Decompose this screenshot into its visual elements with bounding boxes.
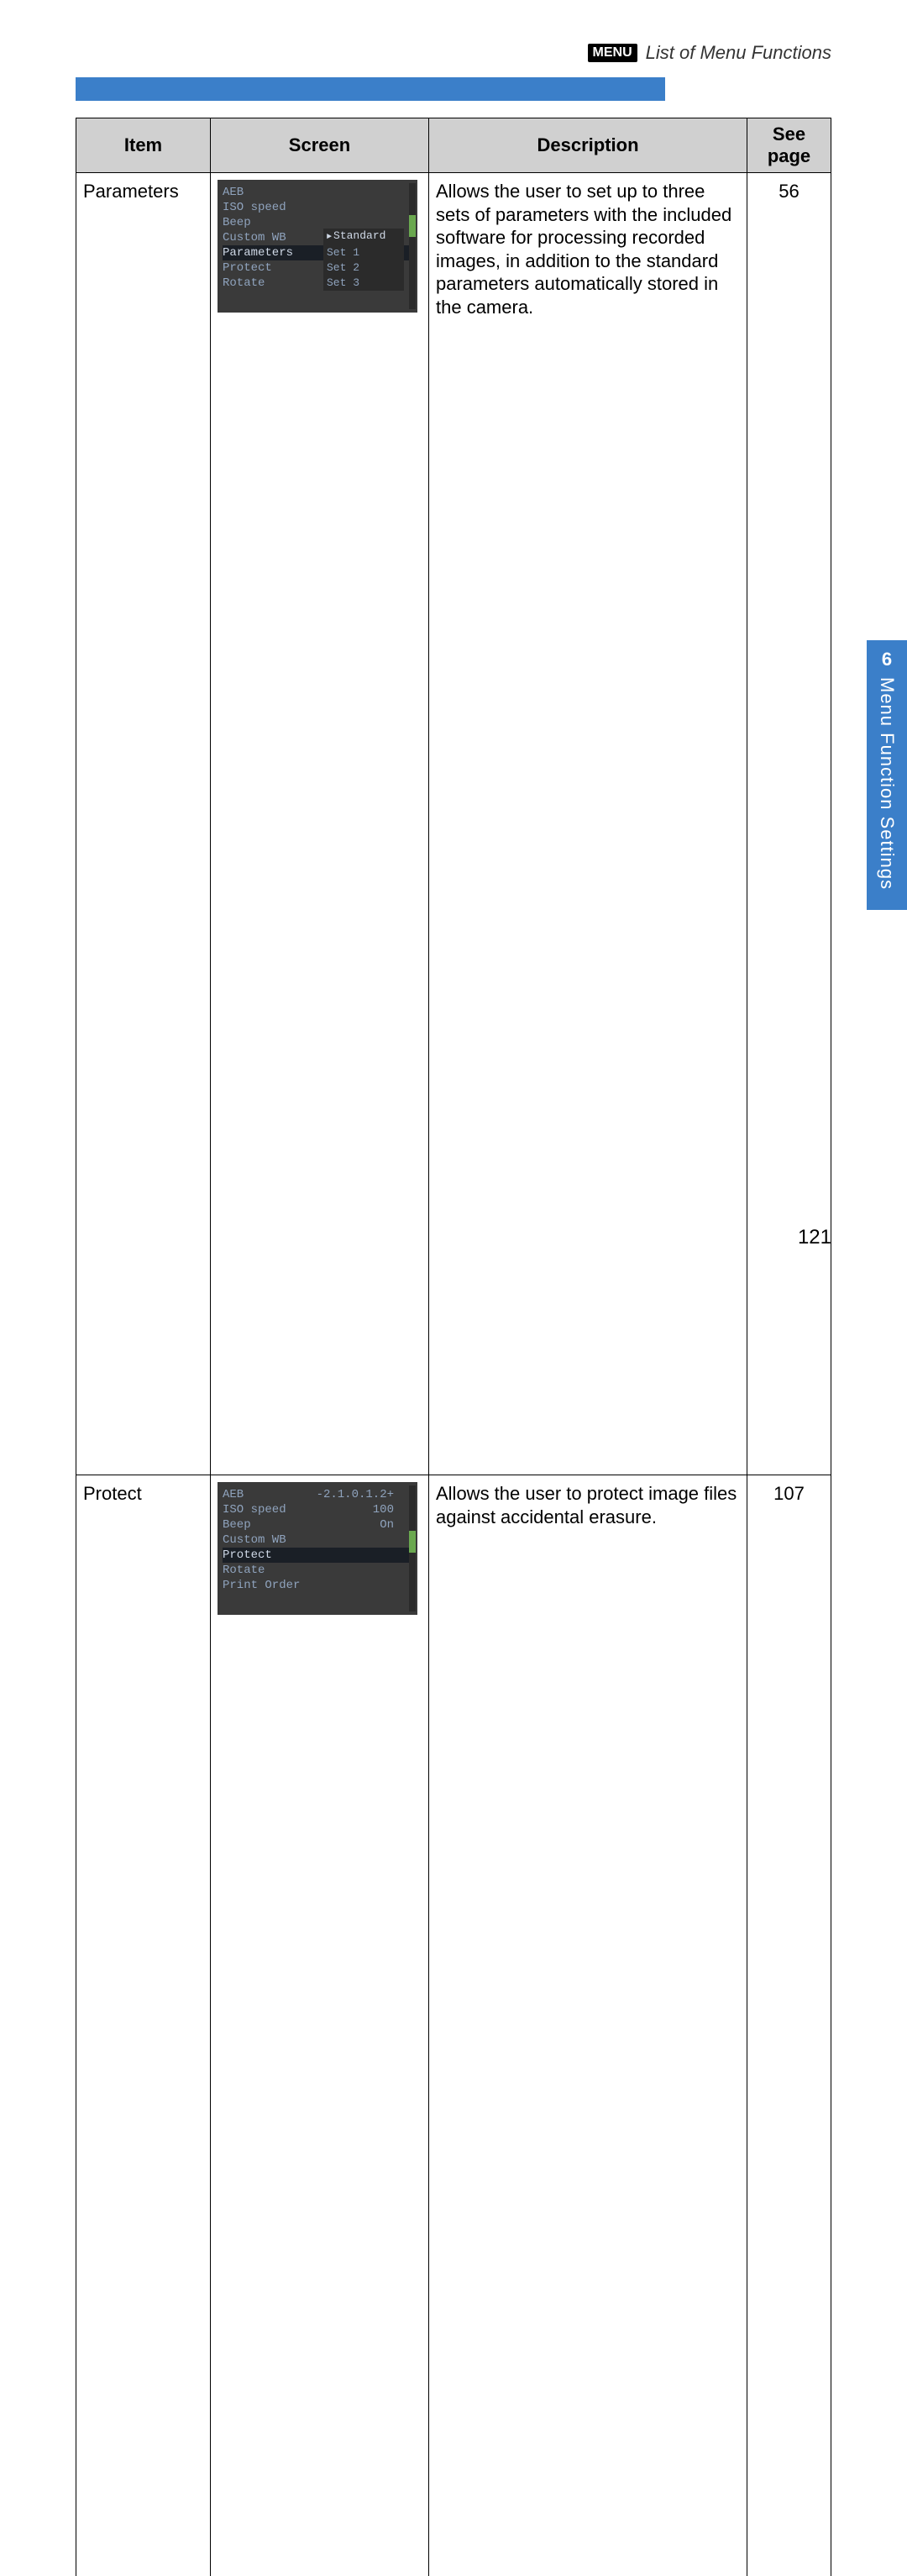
page-number: 121 bbox=[798, 1226, 831, 1249]
screen-line: BeepOn bbox=[223, 1517, 412, 1532]
screen-line: ISO speed100 bbox=[223, 1502, 412, 1517]
screen-line: Protect bbox=[223, 1548, 412, 1563]
description-cell: Allows the user to protect image files a… bbox=[429, 1475, 747, 2576]
scrollbar bbox=[409, 1485, 416, 1611]
col-item: Item bbox=[76, 118, 211, 173]
page-cell: 56 bbox=[747, 173, 831, 1475]
menu-table: Item Screen Description See page Paramet… bbox=[76, 118, 831, 2576]
scrollbar-thumb bbox=[409, 215, 416, 237]
submenu-item: Set 1 bbox=[327, 245, 401, 260]
screen-value: -2.1.0.1.2+ bbox=[317, 1487, 394, 1502]
header-line: MENU List of Menu Functions bbox=[76, 42, 831, 64]
screen-line: Custom WB bbox=[223, 1532, 412, 1548]
header: MENU List of Menu Functions bbox=[0, 0, 907, 101]
content: Item Screen Description See page Paramet… bbox=[0, 101, 907, 2576]
screen-line: ISO speed bbox=[223, 200, 412, 215]
screen-value: 100 bbox=[373, 1502, 394, 1517]
side-tab: 6 Menu Function Settings bbox=[867, 640, 907, 910]
menu-badge: MENU bbox=[588, 44, 637, 62]
table-row: ProtectAEB-2.1.0.1.2+ISO speed100BeepOnC… bbox=[76, 1475, 831, 2576]
submenu-item: Set 3 bbox=[327, 276, 401, 291]
page: MENU List of Menu Functions Item Screen … bbox=[0, 0, 907, 1288]
col-desc: Description bbox=[429, 118, 747, 173]
submenu-item: Standard bbox=[327, 229, 401, 245]
screen-line: Rotate bbox=[223, 1563, 412, 1578]
header-title: List of Menu Functions bbox=[646, 42, 831, 64]
header-band bbox=[76, 77, 665, 101]
scrollbar-thumb bbox=[409, 1531, 416, 1553]
scrollbar bbox=[409, 183, 416, 309]
camera-screen: AEBISO speedBeepCustom WBParametersProte… bbox=[218, 180, 417, 313]
page-cell: 107 bbox=[747, 1475, 831, 2576]
table-row: ParametersAEBISO speedBeepCustom WBParam… bbox=[76, 173, 831, 1475]
table-header-row: Item Screen Description See page bbox=[76, 118, 831, 173]
col-page: See page bbox=[747, 118, 831, 173]
item-cell: Parameters bbox=[76, 173, 211, 1475]
side-tab-number: 6 bbox=[882, 649, 892, 670]
submenu-item: Set 2 bbox=[327, 260, 401, 276]
screen-line: AEB-2.1.0.1.2+ bbox=[223, 1487, 412, 1502]
screen-line: AEB bbox=[223, 185, 412, 200]
camera-screen: AEB-2.1.0.1.2+ISO speed100BeepOnCustom W… bbox=[218, 1482, 417, 1615]
screen-value: On bbox=[380, 1517, 394, 1532]
submenu: StandardSet 1Set 2Set 3 bbox=[323, 229, 404, 291]
screen-line: Print Order bbox=[223, 1578, 412, 1593]
side-tab-label: Menu Function Settings bbox=[876, 677, 898, 890]
screen-cell: AEB-2.1.0.1.2+ISO speed100BeepOnCustom W… bbox=[211, 1475, 429, 2576]
screen-cell: AEBISO speedBeepCustom WBParametersProte… bbox=[211, 173, 429, 1475]
item-cell: Protect bbox=[76, 1475, 211, 2576]
description-cell: Allows the user to set up to three sets … bbox=[429, 173, 747, 1475]
col-screen: Screen bbox=[211, 118, 429, 173]
